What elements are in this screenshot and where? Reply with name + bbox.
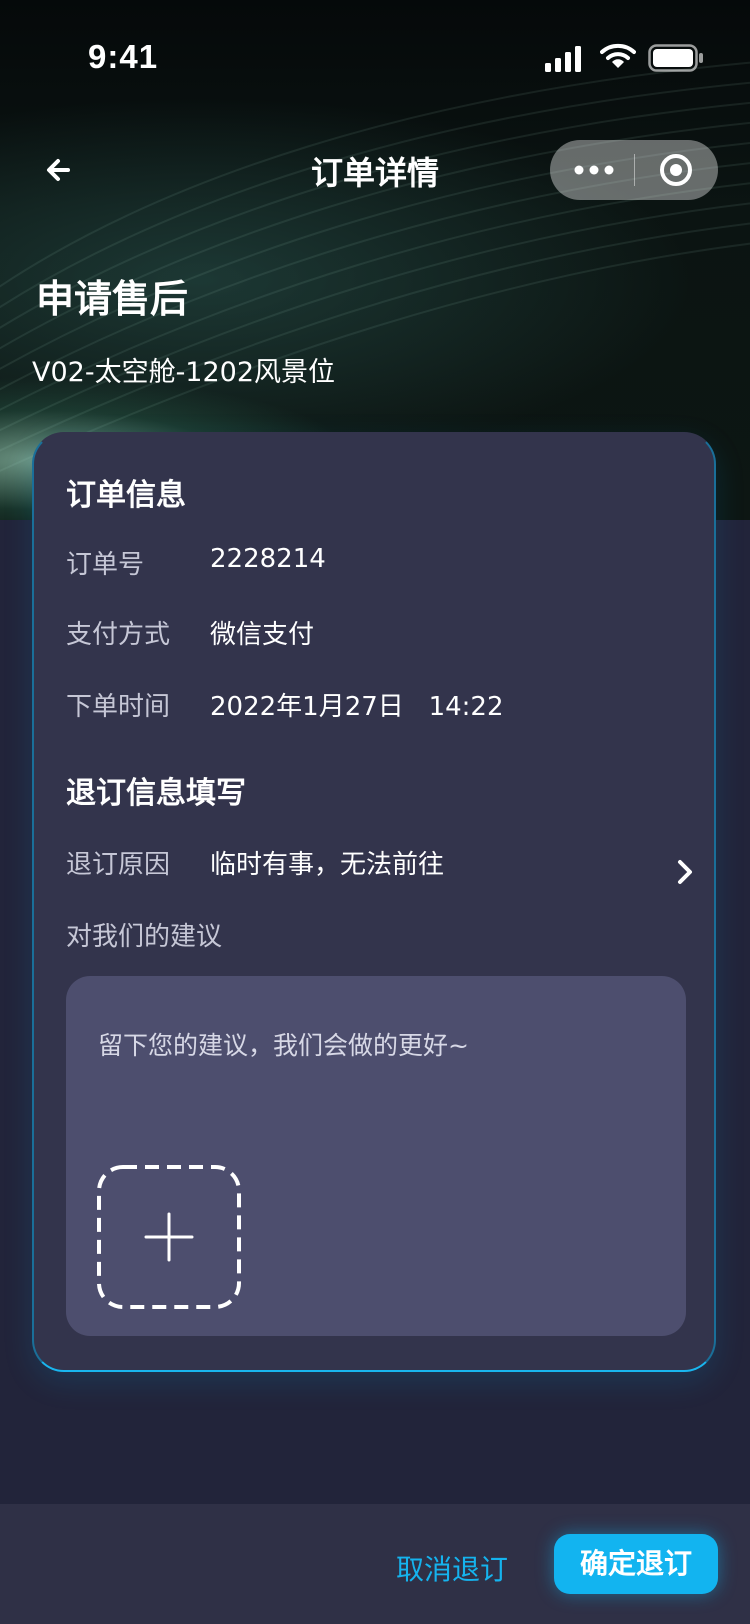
payment-method-label: 支付方式 — [66, 620, 171, 650]
order-time-label: 下单时间 — [66, 692, 171, 722]
mini-program-capsule — [550, 140, 718, 200]
suggestion-label: 对我们的建议 — [66, 922, 223, 952]
wifi-icon — [600, 43, 636, 68]
suggestion-textarea[interactable]: 留下您的建议，我们会做的更好~ — [66, 976, 686, 1336]
order-card: 订单信息 订单号 2228214 支付方式 微信支付 下单时间 2022年1月2… — [32, 432, 716, 1372]
payment-method-value: 微信支付 — [210, 620, 315, 650]
page-title: 申请售后 — [36, 277, 189, 321]
image-upload-button[interactable] — [96, 1164, 242, 1310]
plus-icon — [144, 1212, 194, 1262]
status-time: 9:41 — [88, 38, 159, 75]
refund-reason-value: 临时有事，无法前往 — [210, 850, 445, 880]
product-name: V02-太空舱-1202风景位 — [32, 357, 336, 388]
refund-reason-label: 退订原因 — [66, 850, 171, 880]
suggestion-placeholder: 留下您的建议，我们会做的更好~ — [98, 1031, 469, 1060]
order-number-label: 订单号 — [66, 550, 145, 580]
cancel-refund-button[interactable]: 取消退订 — [396, 1548, 508, 1588]
order-info-title: 订单信息 — [66, 478, 186, 513]
battery-icon — [648, 44, 703, 72]
order-number-value: 2228214 — [210, 544, 326, 574]
bottom-action-bar: 取消退订 确定退订 — [0, 1504, 750, 1624]
capsule-divider — [634, 154, 635, 186]
signal-icon — [545, 46, 581, 72]
close-target-icon[interactable] — [658, 152, 694, 188]
status-bar: 9:41 — [0, 0, 750, 88]
more-dots-icon[interactable] — [574, 157, 614, 183]
confirm-refund-button[interactable]: 确定退订 — [554, 1534, 718, 1594]
refund-info-title: 退订信息填写 — [66, 776, 246, 811]
order-time-value: 2022年1月27日 14:22 — [210, 692, 504, 722]
chevron-right-icon[interactable] — [674, 858, 696, 886]
